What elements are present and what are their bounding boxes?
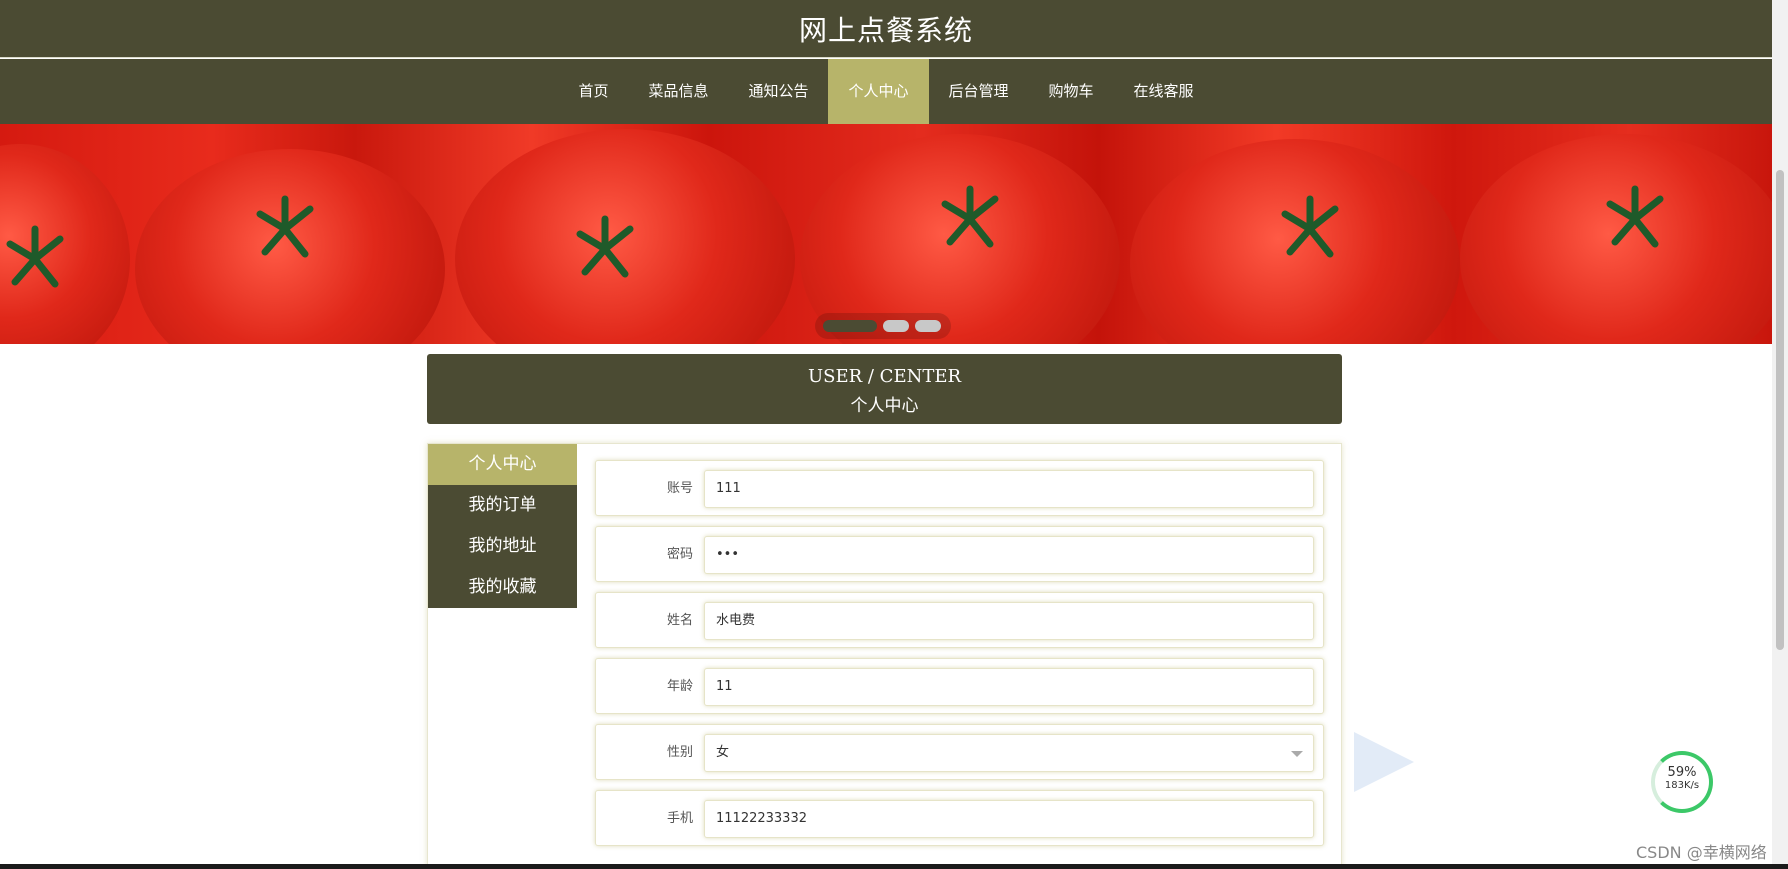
nav-item-cart[interactable]: 购物车 — [1029, 59, 1114, 124]
sidebar-item-orders[interactable]: 我的订单 — [428, 485, 577, 526]
stem-icon — [1281, 195, 1339, 258]
site-title: 网上点餐系统 — [798, 13, 973, 47]
site-header: 网上点餐系统 — [0, 0, 1772, 58]
gender-label: 性别 — [666, 745, 693, 760]
nav-item-home[interactable]: 首页 — [558, 59, 628, 124]
user-center-panel: 个人中心 我的订单 我的地址 我的收藏 账号 111 密码 ••• 姓名 水电费… — [427, 443, 1342, 869]
chevron-down-icon — [1291, 751, 1303, 757]
bottom-edge — [0, 864, 1788, 869]
section-title: USER / CENTER 个人中心 — [427, 354, 1342, 424]
gender-value: 女 — [716, 745, 730, 760]
watermark: CSDN @幸横网络 — [1636, 843, 1767, 862]
section-title-cn: 个人中心 — [850, 396, 919, 416]
form-row-phone: 手机 11122233332 — [595, 790, 1324, 846]
age-label: 年龄 — [666, 679, 693, 694]
sidebar-item-user-center[interactable]: 个人中心 — [428, 444, 577, 485]
carousel-dot-2[interactable] — [883, 320, 909, 332]
phone-input[interactable]: 11122233332 — [704, 800, 1314, 838]
stem-icon — [1606, 185, 1664, 248]
network-speed-widget[interactable]: 59% 183K/s — [1651, 751, 1713, 813]
name-input[interactable]: 水电费 — [704, 602, 1314, 640]
stem-icon — [941, 185, 999, 248]
play-icon — [1354, 732, 1414, 792]
account-label: 账号 — [666, 481, 693, 496]
name-label: 姓名 — [666, 613, 693, 628]
scrollbar-thumb[interactable] — [1776, 170, 1784, 650]
section-title-en: USER / CENTER — [807, 366, 962, 387]
page-scrollbar[interactable] — [1772, 0, 1788, 869]
account-input[interactable]: 111 — [704, 470, 1314, 508]
speed-value: 183K/s — [1664, 780, 1700, 791]
stem-icon — [256, 195, 314, 258]
nav-item-dishes[interactable]: 菜品信息 — [628, 59, 728, 124]
nav-item-user-center[interactable]: 个人中心 — [828, 59, 929, 124]
stem-icon — [576, 215, 634, 278]
nav-item-support[interactable]: 在线客服 — [1114, 59, 1214, 124]
form-row-password: 密码 ••• — [595, 526, 1324, 582]
age-input[interactable]: 11 — [704, 668, 1314, 706]
banner-carousel[interactable] — [0, 124, 1772, 344]
stem-icon — [6, 225, 64, 288]
nav-item-admin[interactable]: 后台管理 — [929, 59, 1029, 124]
carousel-dot-1[interactable] — [823, 320, 877, 332]
form-row-account: 账号 111 — [595, 460, 1324, 516]
form-row-name: 姓名 水电费 — [595, 592, 1324, 648]
form-row-gender: 性别 女 — [595, 724, 1324, 780]
nav-item-notices[interactable]: 通知公告 — [728, 59, 828, 124]
carousel-indicators — [815, 313, 951, 339]
form-row-age: 年龄 11 — [595, 658, 1324, 714]
password-label: 密码 — [666, 547, 693, 562]
phone-label: 手机 — [666, 811, 693, 826]
user-sidebar: 个人中心 我的订单 我的地址 我的收藏 — [428, 444, 577, 608]
sidebar-item-addresses[interactable]: 我的地址 — [428, 526, 577, 567]
sidebar-item-favorites[interactable]: 我的收藏 — [428, 567, 577, 608]
carousel-dot-3[interactable] — [915, 320, 941, 332]
gender-select[interactable]: 女 — [704, 734, 1314, 772]
main-nav: 首页 菜品信息 通知公告 个人中心 后台管理 购物车 在线客服 — [0, 59, 1772, 124]
speed-percent: 59% — [1667, 765, 1697, 780]
password-input[interactable]: ••• — [704, 536, 1314, 574]
profile-form: 账号 111 密码 ••• 姓名 水电费 年龄 11 性别 女 手机 11122… — [595, 460, 1324, 856]
